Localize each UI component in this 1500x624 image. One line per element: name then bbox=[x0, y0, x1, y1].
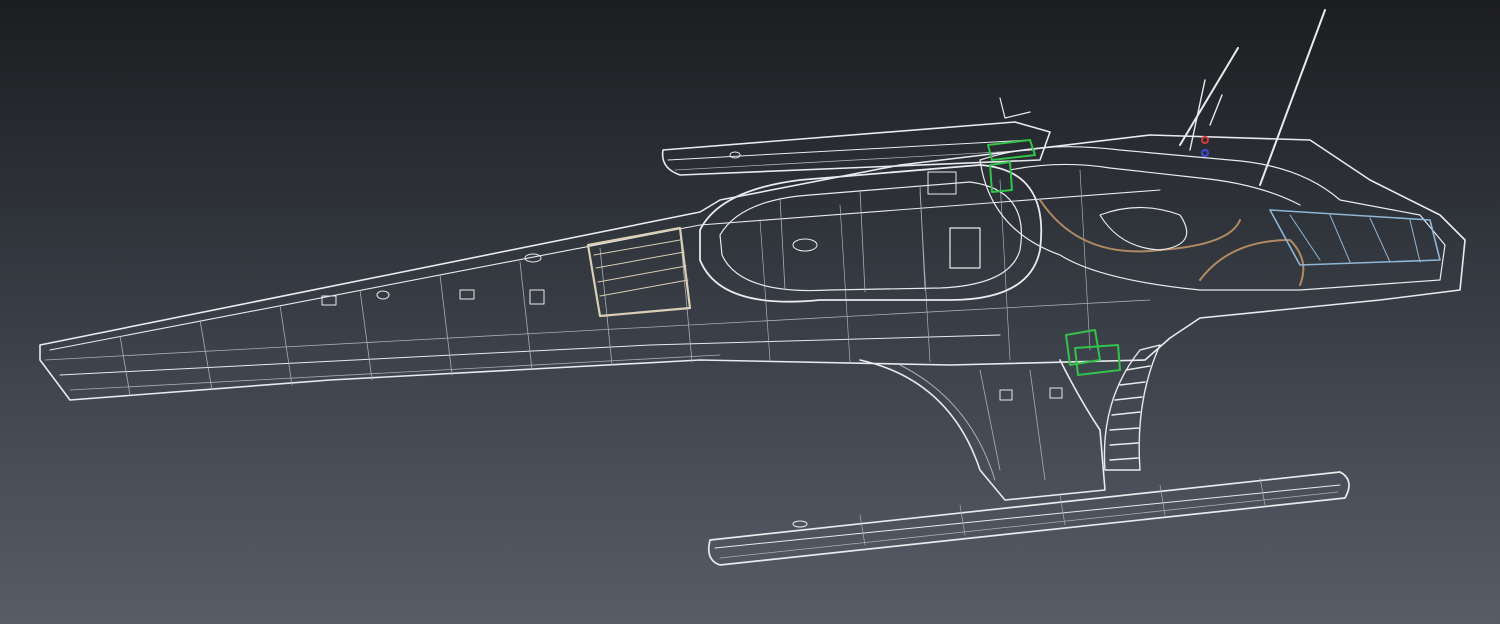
main-hull bbox=[39, 134, 1466, 401]
highlighted-components bbox=[987, 139, 1121, 376]
near-float bbox=[707, 471, 1350, 566]
3d-viewport[interactable] bbox=[0, 0, 1500, 624]
aft-deck-machinery bbox=[979, 146, 1446, 291]
trimaran-wireframe-model bbox=[39, 9, 1466, 566]
foil-icon bbox=[859, 359, 1106, 501]
aft-ladder bbox=[1103, 344, 1161, 471]
mast-icon bbox=[999, 9, 1326, 186]
cockpit-canopy bbox=[699, 164, 1043, 303]
cabin-hatch bbox=[586, 226, 692, 318]
